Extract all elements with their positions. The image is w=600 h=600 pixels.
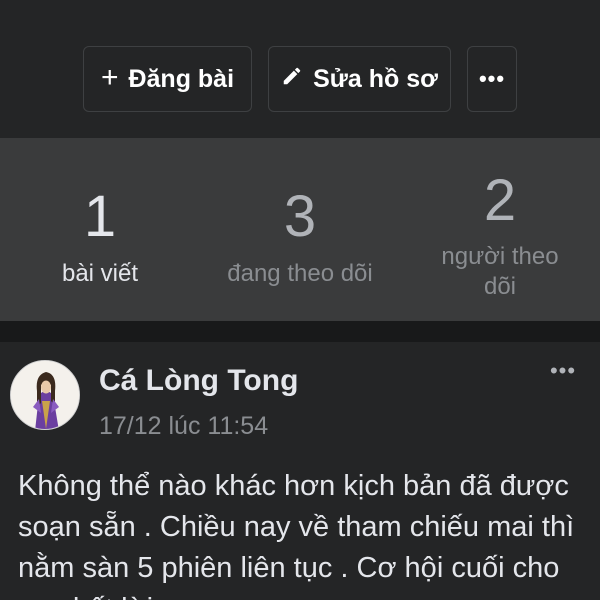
pencil-icon — [281, 65, 303, 94]
post-body-text: Không thể nào khác hơn kịch bản đã được … — [18, 470, 575, 600]
avatar[interactable] — [10, 360, 80, 430]
section-divider — [0, 321, 600, 342]
post-author-name[interactable]: Cá Lòng Tong — [99, 364, 298, 398]
edit-profile-label: Sửa hồ sơ — [313, 64, 438, 93]
stat-posts-count: 1 — [83, 184, 117, 249]
stat-posts-label: bài viết — [61, 260, 139, 287]
create-post-label: Đăng bài — [128, 64, 235, 93]
profile-stats: 1 bài viết 3 đang theo dõi 2 người theo … — [0, 138, 600, 321]
more-icon: ••• — [478, 66, 506, 91]
stat-following-count: 3 — [283, 184, 317, 249]
create-post-button[interactable]: + Đăng bài — [83, 46, 252, 112]
edit-profile-button[interactable]: Sửa hồ sơ — [268, 46, 451, 112]
post-timestamp[interactable]: 17/12 lúc 11:54 — [99, 412, 268, 441]
plus-icon: + — [100, 60, 119, 94]
stat-following-label: đang theo dõi — [227, 260, 373, 287]
avatar-image — [11, 361, 79, 429]
stat-followers-label: người theo dõi — [441, 243, 559, 300]
more-options-button[interactable]: ••• — [467, 46, 517, 112]
profile-actions-bar: + Đăng bài Sửa hồ sơ ••• — [0, 0, 600, 138]
post-card: Cá Lòng Tong 17/12 lúc 11:54 ••• Không t… — [0, 342, 600, 600]
post-more-button[interactable]: ••• — [540, 358, 586, 388]
stat-followers-count: 2 — [483, 168, 517, 233]
